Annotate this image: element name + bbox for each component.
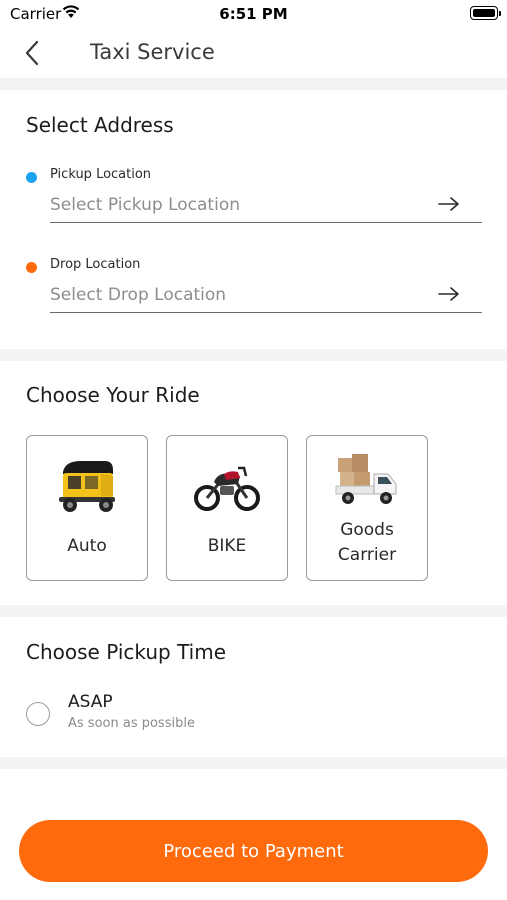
pickup-location-label: Pickup Location (50, 167, 152, 182)
ride-option-label: Goods Carrier (307, 518, 427, 568)
page-title: Taxi Service (90, 40, 215, 64)
ride-option-label-line: Goods (340, 520, 394, 540)
ride-option-auto[interactable]: Auto (26, 435, 148, 581)
goods-truck-icon (335, 454, 397, 504)
screen: Carrier 6:51 PM Taxi Service Select Addr… (0, 0, 507, 900)
arrow-right-icon[interactable] (438, 286, 460, 302)
pickup-dot-icon (26, 172, 37, 183)
section-divider (0, 78, 507, 90)
ride-option-label: BIKE (207, 536, 247, 556)
proceed-to-payment-button[interactable]: Proceed to Payment (19, 820, 488, 882)
drop-location-label: Drop Location (50, 257, 141, 272)
asap-radio[interactable] (26, 702, 50, 726)
navigation-bar: Taxi Service (0, 28, 507, 78)
asap-subtitle: As soon as possible (68, 716, 195, 731)
status-bar: Carrier 6:51 PM (0, 0, 507, 28)
choose-pickup-time-title: Choose Pickup Time (26, 640, 227, 664)
pickup-location-input[interactable] (50, 187, 482, 223)
battery-icon (470, 6, 501, 20)
section-divider (0, 349, 507, 361)
ride-option-label-line: Carrier (337, 545, 397, 565)
pickup-location-field: Pickup Location (26, 165, 482, 241)
motorbike-icon (194, 466, 260, 511)
select-address-title: Select Address (26, 113, 174, 137)
clock: 6:51 PM (219, 5, 288, 23)
section-divider (0, 757, 507, 769)
asap-title: ASAP (68, 692, 113, 712)
ride-option-label: Auto (67, 536, 107, 556)
drop-location-field: Drop Location (26, 255, 482, 331)
auto-rickshaw-icon (59, 461, 115, 512)
ride-option-bike[interactable]: BIKE (166, 435, 288, 581)
chevron-left-icon[interactable] (20, 38, 48, 68)
ride-option-goods-carrier[interactable]: Goods Carrier (306, 435, 428, 581)
drop-dot-icon (26, 262, 37, 273)
choose-ride-title: Choose Your Ride (26, 383, 200, 407)
section-divider (0, 605, 507, 617)
drop-location-input[interactable] (50, 277, 482, 313)
arrow-right-icon[interactable] (438, 196, 460, 212)
